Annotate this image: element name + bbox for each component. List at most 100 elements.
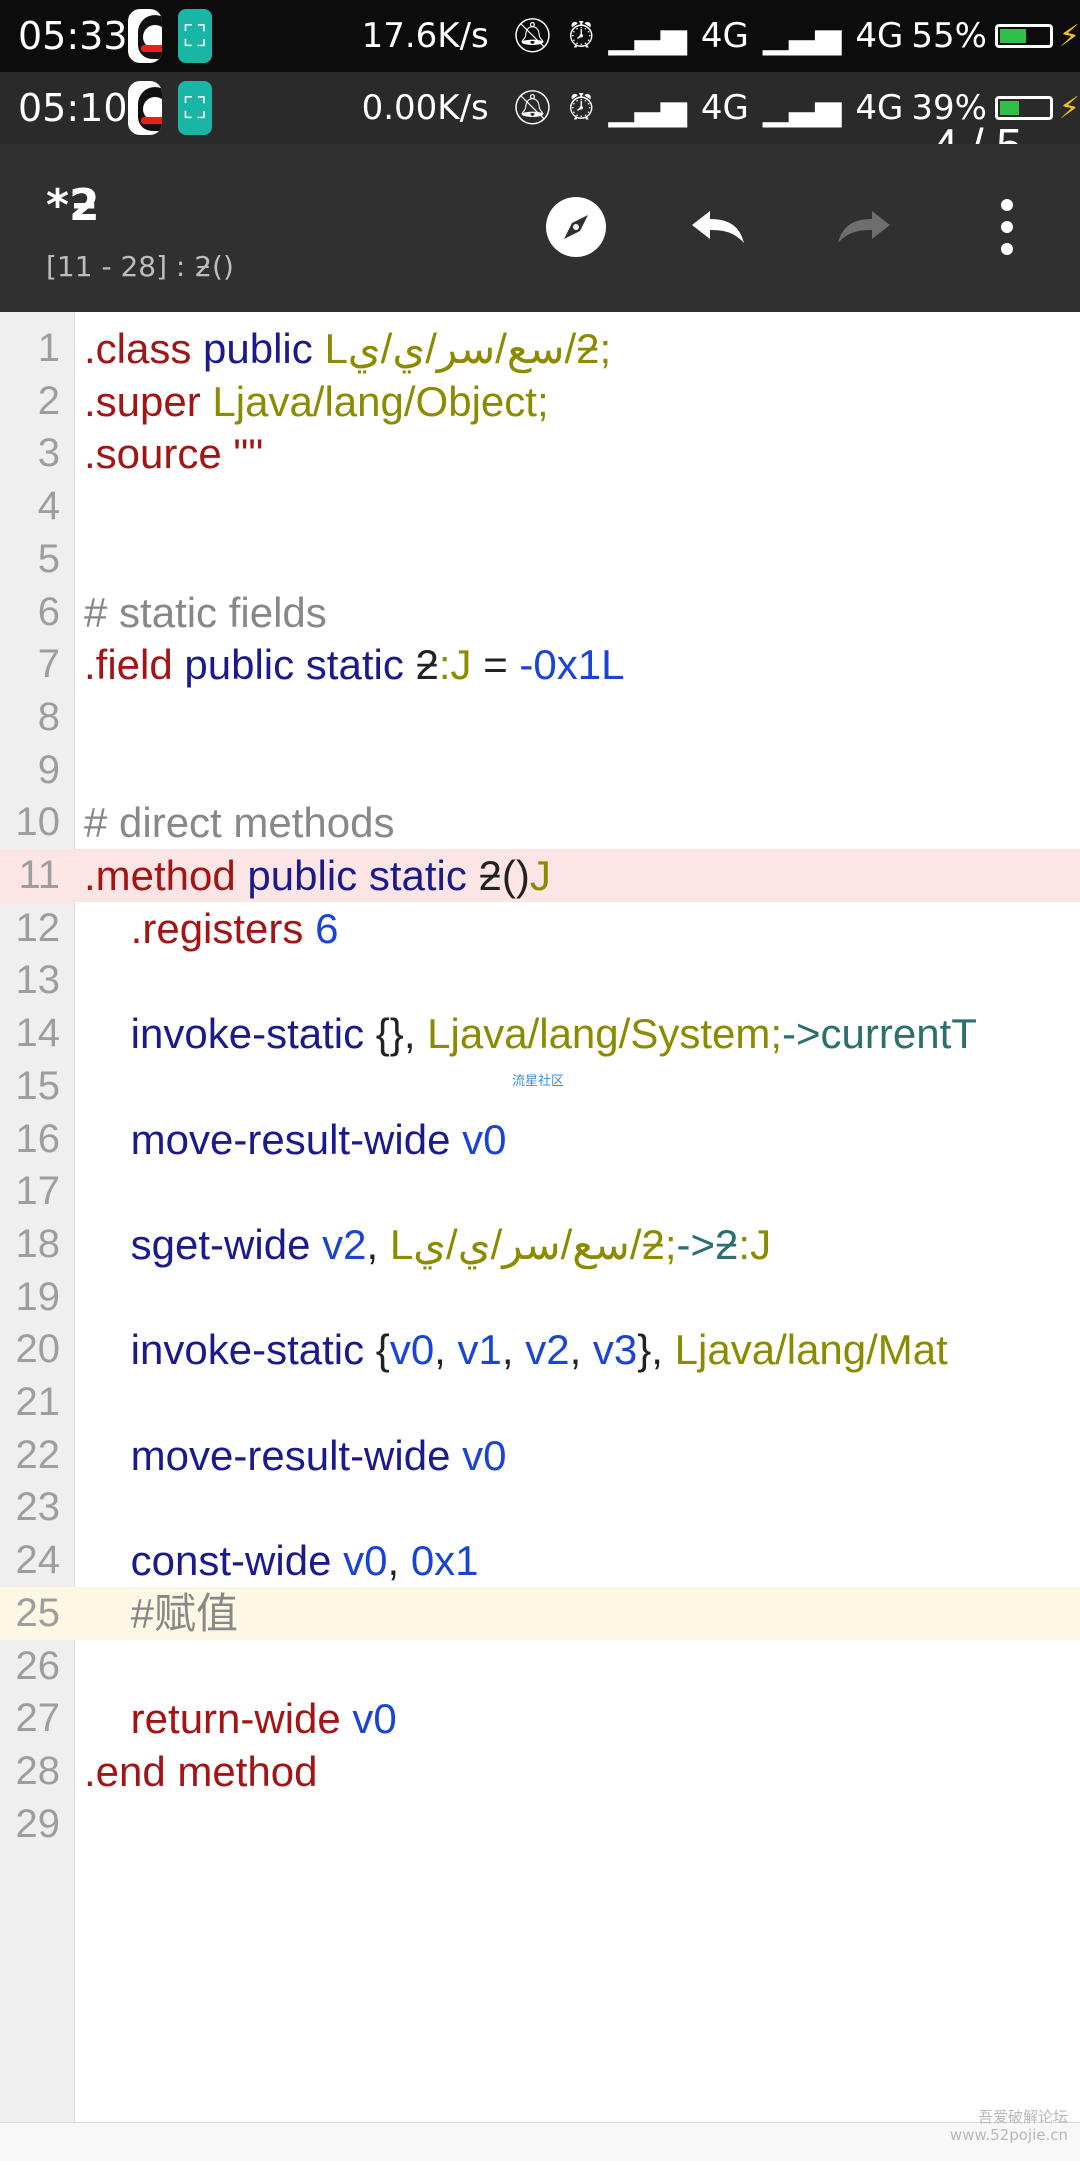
charging-icon: ⚡ bbox=[1058, 18, 1080, 54]
watermark: 流星社区 bbox=[512, 1074, 565, 1089]
code-token: .super bbox=[84, 377, 201, 425]
code-line[interactable]: 27 return-wide v0 bbox=[0, 1692, 1080, 1745]
method-range: [11 - 28] : ƻ() bbox=[46, 250, 234, 283]
code-text: .method public static ƻ()J bbox=[84, 849, 551, 902]
code-line[interactable]: 17 bbox=[0, 1165, 1080, 1218]
code-line[interactable]: 20 invoke-static {v0, v1, v2, v3}, Ljava… bbox=[0, 1323, 1080, 1376]
line-number: 6 bbox=[37, 589, 60, 634]
line-number: 14 bbox=[15, 1011, 61, 1056]
line-number: 29 bbox=[15, 1801, 61, 1846]
code-token: public bbox=[191, 325, 325, 372]
code-line[interactable]: 4 bbox=[0, 480, 1080, 533]
redo-icon[interactable] bbox=[827, 192, 897, 262]
code-token: .registers bbox=[84, 904, 304, 952]
code-line[interactable]: 19 bbox=[0, 1271, 1080, 1324]
line-number: 3 bbox=[37, 431, 60, 476]
code-line[interactable]: 13 bbox=[0, 954, 1080, 1007]
code-line[interactable]: 10 # direct methods bbox=[0, 796, 1080, 849]
code-token: const-wide bbox=[84, 1537, 332, 1585]
code-line[interactable]: 2 .super Ljava/lang/Object; bbox=[0, 375, 1080, 428]
status-time: 05:33 bbox=[18, 14, 128, 58]
line-number: 11 bbox=[18, 853, 60, 897]
code-line[interactable]: 14 invoke-static {}, Ljava/lang/System;-… bbox=[0, 1007, 1080, 1060]
line-number: 20 bbox=[15, 1327, 61, 1372]
code-text: .source "" bbox=[84, 427, 263, 480]
compass-icon[interactable] bbox=[541, 192, 611, 262]
code-token: # direct methods bbox=[84, 799, 395, 847]
line-number: 23 bbox=[15, 1485, 61, 1530]
undo-icon[interactable] bbox=[685, 192, 755, 262]
code-line[interactable]: 7 .field public static ƻ:J = -0x1L bbox=[0, 638, 1080, 691]
code-token: {}, bbox=[364, 1010, 428, 1058]
code-line[interactable]: 28 .end method bbox=[0, 1745, 1080, 1798]
code-token: "" bbox=[221, 430, 264, 478]
code-token: ->ƻ bbox=[676, 1220, 739, 1268]
bottom-bar bbox=[0, 2122, 1080, 2161]
alarm-icon: ⏰︎ bbox=[567, 16, 595, 56]
code-text: .registers 6 bbox=[84, 902, 339, 955]
code-token: , bbox=[569, 1326, 593, 1374]
code-text: #赋值 bbox=[84, 1587, 238, 1640]
code-token: ƻ() bbox=[478, 852, 530, 899]
code-line[interactable]: 3 .source "" bbox=[0, 427, 1080, 480]
code-token: invoke-static bbox=[84, 1010, 365, 1058]
line-number: 21 bbox=[15, 1380, 61, 1424]
code-token: 6 bbox=[303, 904, 339, 952]
code-token: v0 bbox=[450, 1115, 507, 1163]
code-token: :J bbox=[438, 641, 472, 689]
code-token: -0x1L bbox=[519, 641, 625, 689]
code-line[interactable]: 1 .class public Lسع/سر/ي/ي/ƻ; bbox=[0, 322, 1080, 375]
code-text: # direct methods bbox=[84, 796, 395, 849]
code-token: :J bbox=[738, 1220, 772, 1268]
code-line[interactable]: 9 bbox=[0, 744, 1080, 797]
code-token: }, bbox=[637, 1326, 675, 1374]
code-line[interactable]: 12 .registers 6 bbox=[0, 902, 1080, 955]
code-line[interactable]: 6 # static fields bbox=[0, 586, 1080, 639]
code-line[interactable]: 24 const-wide v0, 0x1 bbox=[0, 1534, 1080, 1587]
code-text: .super Ljava/lang/Object; bbox=[84, 375, 549, 428]
line-number: 17 bbox=[15, 1169, 61, 1214]
code-line[interactable]: 5 bbox=[0, 533, 1080, 586]
line-number: 13 bbox=[15, 958, 61, 1003]
battery-icon bbox=[994, 24, 1053, 48]
code-token: Ljava/lang/Mat bbox=[674, 1326, 948, 1374]
code-text: return-wide v0 bbox=[84, 1692, 397, 1745]
more-vert-icon[interactable] bbox=[972, 192, 1042, 262]
code-line[interactable]: 21 bbox=[0, 1376, 1080, 1429]
battery-icon bbox=[994, 96, 1053, 120]
network-type: 4G bbox=[700, 88, 749, 128]
network-speed: 0.00K/s bbox=[361, 88, 489, 128]
code-line[interactable]: 22 move-result-wide v0 bbox=[0, 1429, 1080, 1482]
code-token: ->currentT bbox=[782, 1010, 977, 1058]
code-token: public static bbox=[235, 852, 479, 899]
code-token: #赋值 bbox=[84, 1589, 239, 1637]
line-number: 27 bbox=[15, 1696, 61, 1741]
code-token: v2 bbox=[525, 1326, 570, 1374]
editor-toolbar: *ƻ [11 - 28] : ƻ() bbox=[0, 144, 1080, 312]
line-number: 28 bbox=[15, 1748, 61, 1793]
code-token: Lسع/سر/ي/ي/ƻ; bbox=[389, 1220, 677, 1268]
network-type-2: 4G bbox=[855, 88, 904, 128]
charging-icon: ⚡ bbox=[1058, 90, 1080, 126]
code-token: Ljava/lang/System; bbox=[427, 1010, 783, 1058]
screenshot-icon: ⛶ bbox=[177, 81, 212, 135]
code-line[interactable]: 25 #赋值 bbox=[0, 1586, 1080, 1640]
code-line[interactable]: 26 bbox=[0, 1640, 1080, 1693]
code-token: v0 bbox=[331, 1537, 388, 1585]
code-line[interactable]: 23 bbox=[0, 1481, 1080, 1534]
code-line[interactable]: 29 bbox=[0, 1798, 1080, 1851]
code-line[interactable]: 8 bbox=[0, 691, 1080, 744]
line-number: 2 bbox=[37, 378, 60, 423]
code-token: v2 bbox=[310, 1220, 367, 1268]
network-type: 4G bbox=[700, 16, 749, 56]
line-number: 24 bbox=[15, 1538, 61, 1583]
code-line[interactable]: 18 sget-wide v2, Lسع/سر/ي/ي/ƻ;->ƻ:J bbox=[0, 1218, 1080, 1271]
code-editor[interactable]: 1 .class public Lسع/سر/ي/ي/ƻ; 2 .super Ljav… bbox=[0, 312, 1080, 2122]
line-number: 18 bbox=[15, 1221, 61, 1266]
code-token: .end method bbox=[84, 1747, 318, 1795]
code-line[interactable]: 16 move-result-wide v0 bbox=[0, 1113, 1080, 1166]
signal-icon: ▁▃▅ bbox=[608, 16, 687, 56]
line-number: 25 bbox=[15, 1590, 61, 1635]
code-token: move-result-wide bbox=[84, 1115, 451, 1163]
code-line[interactable]: 11 .method public static ƻ()J bbox=[0, 849, 1080, 902]
